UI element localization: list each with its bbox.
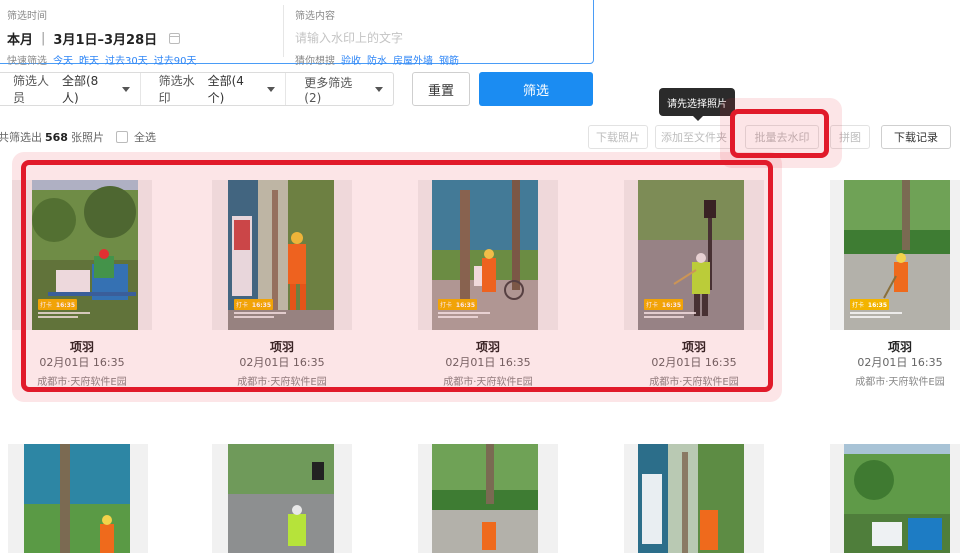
content-filter: 筛选内容 猜你想搜 验收 防水 房屋外墙 钢筋: [295, 7, 585, 67]
photo-thumbnail[interactable]: 打卡 16:35: [432, 180, 538, 330]
photo-author: 项羽: [681, 340, 706, 354]
photo-thumbnail[interactable]: 打卡 16:35: [228, 180, 334, 330]
guess-option-acceptance[interactable]: 验收: [341, 52, 361, 67]
photo-date: 02月01日 16:35: [445, 356, 531, 369]
photo-author: 项羽: [475, 340, 500, 354]
summary-prefix: 共筛选出: [0, 131, 42, 144]
filter-button[interactable]: 筛选: [479, 72, 593, 106]
select-photo-tooltip: 请先选择照片: [659, 88, 735, 121]
watermark-selector[interactable]: 筛选水印 全部(4个): [141, 73, 287, 105]
add-to-folder-button[interactable]: 添加至文件夹: [655, 125, 733, 149]
summary-suffix: 张照片: [70, 131, 104, 144]
photo-thumbnail[interactable]: [844, 444, 950, 553]
photo-location: 成都市·天府软件E园: [443, 377, 533, 388]
photo-thumbnail[interactable]: [638, 444, 744, 553]
time-filter: 筛选时间 本月 | 3月1日–3月28日 快速筛选 今天 昨天 过去30天 过去…: [7, 7, 275, 67]
photo-thumbnail[interactable]: [432, 444, 538, 553]
content-filter-caption: 筛选内容: [295, 11, 335, 22]
reset-button[interactable]: 重置: [412, 72, 470, 106]
filter-divider: [283, 5, 284, 57]
more-filters-label: 更多筛选(2): [304, 75, 353, 105]
person-selector[interactable]: 筛选人员 全部(8人): [0, 73, 141, 105]
quick-filter-yesterday[interactable]: 昨天: [79, 52, 99, 67]
time-preset-value: 本月: [7, 32, 34, 48]
watermark-stamp: 打卡 16:35: [644, 299, 684, 310]
watermark-selector-value: 全部(4个): [207, 74, 244, 105]
selector-row: 筛选人员 全部(8人) 筛选水印 全部(4个) 更多筛选(2): [0, 72, 394, 106]
photo-location: 成都市·天府软件E园: [237, 377, 327, 388]
more-filters-selector[interactable]: 更多筛选(2): [286, 73, 393, 105]
person-selector-value: 全部(8人): [61, 74, 99, 105]
photo-location: 成都市·天府软件E园: [37, 377, 127, 388]
quick-filter-label: 快速筛选: [7, 56, 47, 67]
photo-date: 02月01日 16:35: [39, 356, 125, 369]
quick-filter-90days[interactable]: 过去90天: [154, 52, 197, 67]
person-selector-label: 筛选人员: [13, 74, 50, 105]
guess-option-exterior-wall[interactable]: 房屋外墙: [393, 52, 433, 67]
photo-thumbnail[interactable]: [24, 444, 130, 553]
watermark-lines: [438, 312, 490, 322]
guess-option-waterproof[interactable]: 防水: [367, 52, 387, 67]
select-all-label[interactable]: 全选: [134, 129, 156, 145]
time-separator: |: [41, 30, 46, 46]
download-log-button[interactable]: 下载记录: [881, 125, 951, 149]
caret-down-icon: [121, 86, 130, 92]
guess-label: 猜你想搜: [295, 56, 335, 67]
photo-date: 02月01日 16:35: [857, 356, 943, 369]
quick-filter-30days[interactable]: 过去30天: [105, 52, 148, 67]
filter-panel: 筛选时间 本月 | 3月1日–3月28日 快速筛选 今天 昨天 过去30天 过去…: [0, 0, 594, 67]
watermark-stamp: 打卡 16:35: [234, 299, 274, 310]
photo-author: 项羽: [887, 340, 912, 354]
guess-option-rebar[interactable]: 钢筋: [439, 52, 459, 67]
watermark-stamp: 打卡 16:35: [38, 299, 78, 310]
photo-date: 02月01日 16:35: [651, 356, 737, 369]
photo-thumbnail[interactable]: 打卡 16:35: [638, 180, 744, 330]
photo-thumbnail[interactable]: 打卡 16:35: [32, 180, 138, 330]
photo-location: 成都市·天府软件E园: [649, 377, 739, 388]
select-all-checkbox[interactable]: [115, 131, 128, 143]
guess-row: 猜你想搜 验收 防水 房屋外墙 钢筋: [295, 52, 585, 67]
watermark-lines: [234, 312, 286, 322]
caret-down-icon: [267, 86, 276, 92]
time-range-picker[interactable]: 本月 | 3月1日–3月28日: [7, 30, 275, 48]
collage-button[interactable]: 拼图: [830, 125, 870, 149]
photo-author: 项羽: [69, 340, 94, 354]
caret-down-icon: [374, 86, 383, 92]
calendar-icon[interactable]: [169, 32, 181, 44]
watermark-lines: [644, 312, 696, 322]
download-photos-button[interactable]: 下载照片: [588, 125, 648, 149]
photo-thumbnail[interactable]: 打卡 16:35: [844, 180, 950, 330]
watermark-stamp: 打卡 16:35: [438, 299, 478, 310]
quick-filter-row: 快速筛选 今天 昨天 过去30天 过去90天: [7, 52, 275, 67]
time-filter-caption: 筛选时间: [7, 11, 47, 22]
watermark-selector-label: 筛选水印: [158, 74, 195, 105]
time-range-value: 3月1日–3月28日: [53, 32, 158, 48]
photo-date: 02月01日 16:35: [239, 356, 325, 369]
watermark-text-input[interactable]: [295, 30, 555, 46]
result-count: 568: [45, 130, 68, 144]
result-summary: 共筛选出 568 张照片 全选: [0, 129, 156, 145]
watermark-lines: [38, 312, 90, 322]
photo-location: 成都市·天府软件E园: [855, 377, 945, 388]
photo-author: 项羽: [269, 340, 294, 354]
batch-remove-watermark-button[interactable]: 批量去水印: [745, 125, 819, 149]
watermark-lines: [850, 312, 902, 322]
quick-filter-today[interactable]: 今天: [53, 52, 73, 67]
watermark-stamp: 打卡 16:35: [850, 299, 890, 310]
photo-thumbnail[interactable]: [228, 444, 334, 553]
